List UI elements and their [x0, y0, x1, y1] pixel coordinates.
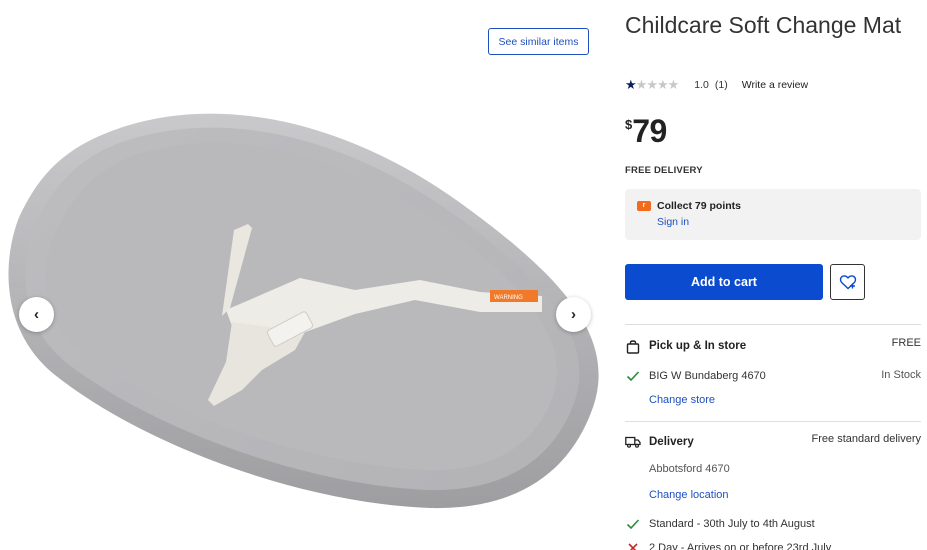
truck-icon: [625, 434, 641, 450]
stock-status: In Stock: [881, 369, 921, 381]
pickup-heading: Pick up & In store: [625, 338, 746, 354]
rewards-points-box: r Collect 79 points Sign in: [625, 189, 921, 240]
star-filled-icon: ★: [625, 77, 637, 92]
next-image-button[interactable]: ›: [556, 297, 591, 332]
collect-points-text: Collect 79 points: [657, 200, 742, 212]
check-icon: [625, 516, 641, 532]
chevron-right-icon: ›: [571, 306, 576, 323]
price: $ 79: [625, 112, 667, 150]
product-image: WARNING: [8, 113, 599, 509]
rating-row: ★ ★ ★ ★ ★ 1.0 (1) Write a review: [625, 77, 808, 93]
star-empty-icon: ★: [646, 77, 658, 92]
pickup-heading-label: Pick up & In store: [649, 340, 747, 352]
star-rating: ★ ★ ★ ★ ★: [625, 77, 680, 93]
product-title: Childcare Soft Change Mat: [625, 12, 902, 38]
previous-image-button[interactable]: ‹: [19, 297, 54, 332]
pickup-store-name: BIG W Bundaberg 4670: [649, 370, 766, 382]
rating-count[interactable]: (1): [715, 79, 728, 91]
rewards-icon: r: [637, 201, 651, 211]
rating-value: 1.0: [694, 79, 709, 91]
pickup-store-row: BIG W Bundaberg 4670: [625, 368, 766, 384]
delivery-type: Free standard delivery: [811, 433, 921, 445]
heart-plus-icon: [839, 275, 856, 290]
check-icon: [625, 368, 641, 384]
see-similar-items-button[interactable]: See similar items: [488, 28, 589, 55]
divider: [625, 421, 921, 422]
change-location-link[interactable]: Change location: [649, 489, 729, 501]
delivery-location: Abbotsford 4670: [649, 463, 730, 475]
shopping-bag-icon: [625, 338, 641, 354]
delivery-option-label: 2 Day - Arrives on or before 23rd July: [649, 542, 832, 550]
sign-in-link[interactable]: Sign in: [657, 216, 689, 228]
cross-icon: [625, 540, 641, 550]
delivery-option-standard: Standard - 30th July to 4th August: [625, 516, 815, 532]
chevron-left-icon: ‹: [34, 306, 39, 323]
price-amount: 79: [632, 113, 667, 149]
wishlist-button[interactable]: [830, 264, 865, 300]
change-store-link[interactable]: Change store: [649, 394, 715, 406]
delivery-heading: Delivery: [625, 434, 694, 450]
divider: [625, 324, 921, 325]
free-delivery-badge: FREE DELIVERY: [625, 165, 703, 176]
price-currency: $: [625, 117, 633, 132]
add-to-cart-button[interactable]: Add to cart: [625, 264, 823, 300]
star-empty-icon: ★: [667, 77, 680, 92]
delivery-option-label: Standard - 30th July to 4th August: [649, 518, 815, 530]
strap-warning-label: WARNING: [494, 295, 523, 301]
pickup-price: FREE: [891, 337, 921, 349]
product-gallery: See similar items WARNING ‹ ›: [0, 0, 607, 550]
delivery-option-two-day: 2 Day - Arrives on or before 23rd July: [625, 540, 831, 550]
star-empty-icon: ★: [656, 77, 669, 92]
star-empty-icon: ★: [635, 77, 648, 92]
write-review-link[interactable]: Write a review: [742, 79, 808, 91]
delivery-heading-label: Delivery: [649, 436, 694, 448]
